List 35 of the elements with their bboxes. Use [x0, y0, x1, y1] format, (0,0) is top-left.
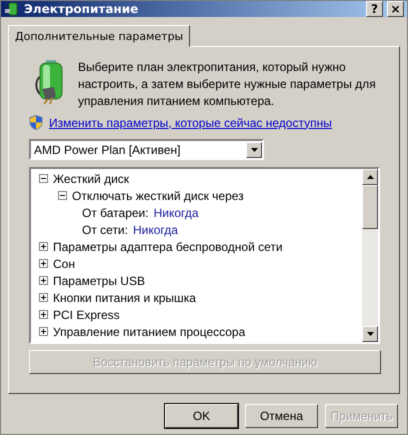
setting-label: От батареи:	[82, 206, 149, 220]
shield-icon	[29, 115, 43, 130]
expand-icon[interactable]	[39, 276, 48, 285]
plan-dropdown[interactable]: AMD Power Plan [Активен]	[29, 139, 264, 160]
tree-item[interactable]: Управление питанием процессора	[53, 324, 246, 338]
dialog-button[interactable]: OK	[165, 404, 238, 428]
dialog-button[interactable]: Отмена	[245, 404, 318, 428]
tree-item[interactable]: Кнопки питания и крышка	[53, 290, 196, 304]
collapse-icon[interactable]	[58, 191, 67, 200]
power-plug-icon	[4, 1, 20, 17]
tree-item[interactable]: Отключать жесткий диск через	[72, 188, 244, 202]
setting-value[interactable]: Никогда	[132, 222, 178, 236]
scroll-down-icon[interactable]	[366, 332, 374, 336]
expand-icon[interactable]	[39, 242, 48, 251]
expand-icon[interactable]	[39, 259, 48, 268]
scrollbar[interactable]	[362, 169, 378, 342]
description-text: Выберите план электропитания, который нужно настроить, а затем выберите нужные параметры для управления питанием компьютера.	[78, 59, 377, 110]
change-settings-link[interactable]: Изменить параметры, которые сейчас недоступны	[49, 116, 332, 130]
tree-item[interactable]: Жесткий диск	[53, 172, 130, 186]
window-title: Электропитание	[24, 2, 140, 16]
close-button[interactable]: ×	[387, 1, 404, 17]
expand-icon[interactable]	[39, 310, 48, 319]
tree-item[interactable]: Параметры USB	[53, 274, 145, 288]
help-button[interactable]: ?	[366, 1, 383, 17]
setting-value[interactable]: Никогда	[154, 206, 199, 220]
tab[interactable]: Дополнительные параметры	[8, 25, 190, 47]
tree-item[interactable]: PCI Express	[53, 308, 120, 322]
scroll-up-icon[interactable]	[366, 175, 374, 179]
dropdown-arrow-icon	[250, 148, 258, 152]
tree-item[interactable]: Сон	[53, 256, 75, 270]
tree-item[interactable]: Параметры адаптера беспроводной сети	[53, 240, 283, 254]
expand-icon[interactable]	[39, 327, 48, 336]
expand-icon[interactable]	[39, 293, 48, 302]
collapse-icon[interactable]	[39, 174, 48, 183]
setting-label: От сети:	[82, 222, 128, 236]
